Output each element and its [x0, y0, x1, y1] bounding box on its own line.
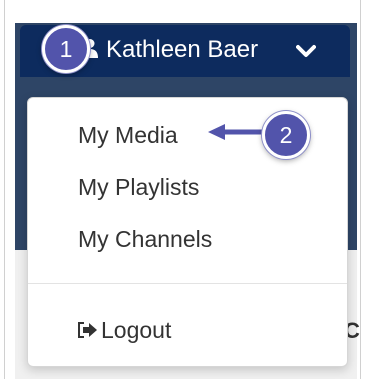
menu-divider — [28, 283, 347, 284]
menu-item-logout[interactable]: Logout — [76, 316, 171, 344]
menu-item-my-playlists[interactable]: My Playlists — [78, 173, 199, 201]
step-1-callout: 1 — [42, 25, 90, 73]
menu-item-my-channels[interactable]: My Channels — [78, 225, 212, 253]
logout-label: Logout — [101, 317, 172, 343]
sign-out-icon — [78, 322, 97, 338]
step-2-callout: 2 — [262, 111, 310, 159]
arrow-left-icon — [208, 124, 264, 140]
menu-item-my-media[interactable]: My Media — [78, 121, 178, 149]
chevron-down-icon[interactable] — [296, 44, 316, 58]
username-label: Kathleen Baer — [106, 36, 259, 63]
